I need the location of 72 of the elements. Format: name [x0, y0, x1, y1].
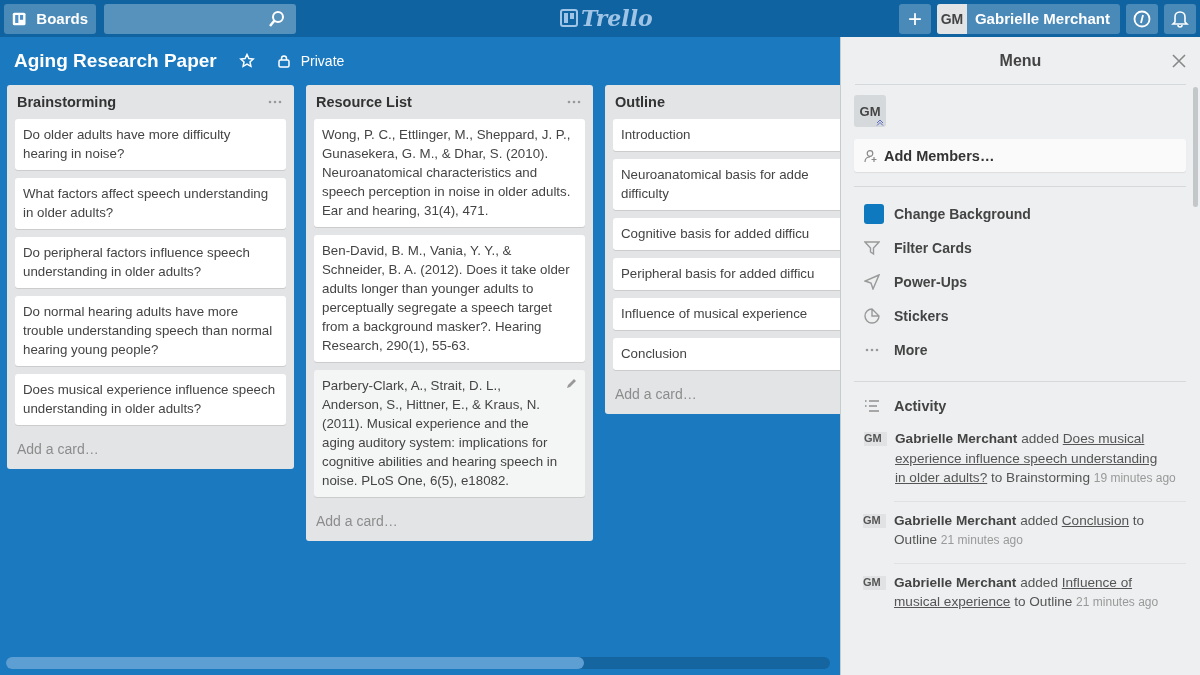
bell-icon	[1171, 9, 1189, 28]
card-link[interactable]: Influence of	[1061, 574, 1133, 590]
more-icon	[268, 100, 282, 104]
info-icon	[1133, 9, 1151, 28]
horizontal-scrollbar[interactable]	[6, 657, 830, 669]
avatar: GM	[936, 3, 967, 34]
card-text: Parbery-Clark, A., Strait, D. L., Anderson, S., Hittner, E., & Kraus, N. (2011). Musical experience and the aging auditory system: implications for cognitive abilities and hearing speech in noise. PLoS One, 6(5), e18082.	[322, 377, 559, 490]
card-text: Cognitive basis for added difficu	[621, 225, 810, 243]
card-link[interactable]: Conclusion	[1061, 512, 1129, 528]
card-text: Peripheral basis for added difficu	[621, 265, 815, 283]
card-text: Do older adults have more difficulty hearing in noise?	[23, 126, 232, 163]
scrollbar-thumb[interactable]	[6, 657, 584, 669]
logo-text: Trello	[581, 5, 653, 31]
menu-title: Menu	[999, 51, 1042, 70]
card-text: Do peripheral factors influence speech understanding in older adults?	[23, 244, 251, 281]
activity-icon	[864, 399, 880, 413]
list-title: Outline	[615, 94, 665, 110]
star-icon	[238, 53, 255, 69]
filter-icon	[864, 240, 880, 256]
list-title: Resource List	[316, 94, 412, 110]
info-button[interactable]	[1126, 3, 1158, 34]
sticker-icon	[864, 308, 880, 324]
close-icon	[1172, 54, 1186, 68]
board-title[interactable]: Aging Research Paper	[14, 50, 217, 72]
admin-icon	[876, 118, 884, 126]
rocket-icon	[864, 274, 880, 290]
avatar: GM	[863, 575, 886, 590]
pencil-icon	[565, 378, 577, 390]
avatar: GM	[864, 432, 887, 446]
activity-title: Activity	[894, 398, 947, 414]
card-text: Wong, P. C., Ettlinger, M., Sheppard, J. P., Gunasekera, G. M., & Dhar, S. (2010). Neuroanatomical characteristics and speech perception in noise in older adults. Ear and hearing, 31(4), 471.	[322, 126, 572, 220]
user-button[interactable]: GM Gabrielle Merchant	[936, 3, 1120, 34]
card-link[interactable]: experience influence speech understanding	[895, 450, 1158, 466]
vertical-scrollbar[interactable]	[1193, 87, 1198, 207]
card[interactable]	[314, 235, 585, 362]
close-button[interactable]	[1172, 54, 1186, 68]
card-link[interactable]: in older adults?	[895, 470, 988, 485]
card[interactable]: Do older adults have more difficulty hearing in noise?	[15, 119, 286, 170]
card[interactable]: Does musical experience influence speech understanding in older adults?	[15, 374, 286, 425]
card-text: Does musical experience influence speech understanding in older adults?	[23, 381, 277, 418]
more-icon	[567, 100, 581, 104]
card-text: Conclusion	[621, 345, 687, 363]
add-members-button[interactable]: Add Members…	[854, 139, 1186, 172]
card[interactable]	[314, 370, 585, 497]
boards-button[interactable]: Boards	[4, 3, 96, 34]
card-text: Ben-David, B. M., Vania, Y. Y., & Schneider, B. A. (2012). Does it take older adults longer than younger adults to perceptually segregate a speech target from a background masker?. Hearing Research, 290(1), 55-63.	[322, 242, 571, 355]
lock-icon	[276, 54, 291, 68]
visibility-button[interactable]: Private	[276, 53, 345, 69]
avatar: GM	[863, 513, 886, 528]
logo-icon	[560, 9, 578, 27]
card[interactable]: What factors affect speech understanding in older adults?	[15, 178, 286, 229]
add-person-icon	[864, 148, 878, 163]
card-text: Do normal hearing adults have more trouble understanding speech than normal hearing young people?	[23, 303, 274, 359]
search-icon	[268, 9, 286, 28]
member-avatar[interactable]: GM	[854, 95, 886, 127]
card[interactable]: Wong, P. C., Ettlinger, M., Sheppard, J. P., Gunasekera, G. M., & Dhar, S. (2010). Neuroanatomical characteristics and speech perception in noise in older adults. Ear and hearing, 31(4), 471.	[314, 119, 585, 227]
star-button[interactable]	[238, 53, 255, 69]
card-text: Introduction	[621, 126, 691, 144]
card[interactable]: Do peripheral factors influence speech understanding in older adults?	[15, 237, 286, 288]
activity-text: Gabrielle Merchant added Conclusion to Outline 21 minutes ago	[894, 511, 1146, 549]
search-field[interactable]	[104, 3, 296, 34]
card[interactable]: Do normal hearing adults have more trouble understanding speech than normal hearing young people?	[15, 296, 286, 366]
card-text: Influence of musical experience	[621, 305, 808, 323]
add-button[interactable]: +	[898, 3, 931, 34]
list-title: Brainstorming	[17, 94, 117, 110]
card-text: What factors affect speech understanding in older adults?	[23, 185, 270, 222]
activity-text: Gabrielle Merchant added Does musical experience influence speech understanding in older adults? to Brainstorming 19 minutes ago	[895, 430, 1177, 487]
notifications-button[interactable]	[1164, 3, 1196, 34]
card-link[interactable]: Does musical	[1062, 431, 1145, 446]
card-text: Neuroanatomical basis for adde difficulty	[621, 166, 809, 203]
card-link[interactable]: musical experience	[894, 594, 1011, 609]
activity-text: Gabrielle Merchant added Influence of musical experience to Outline 21 minutes ago	[894, 573, 1160, 611]
